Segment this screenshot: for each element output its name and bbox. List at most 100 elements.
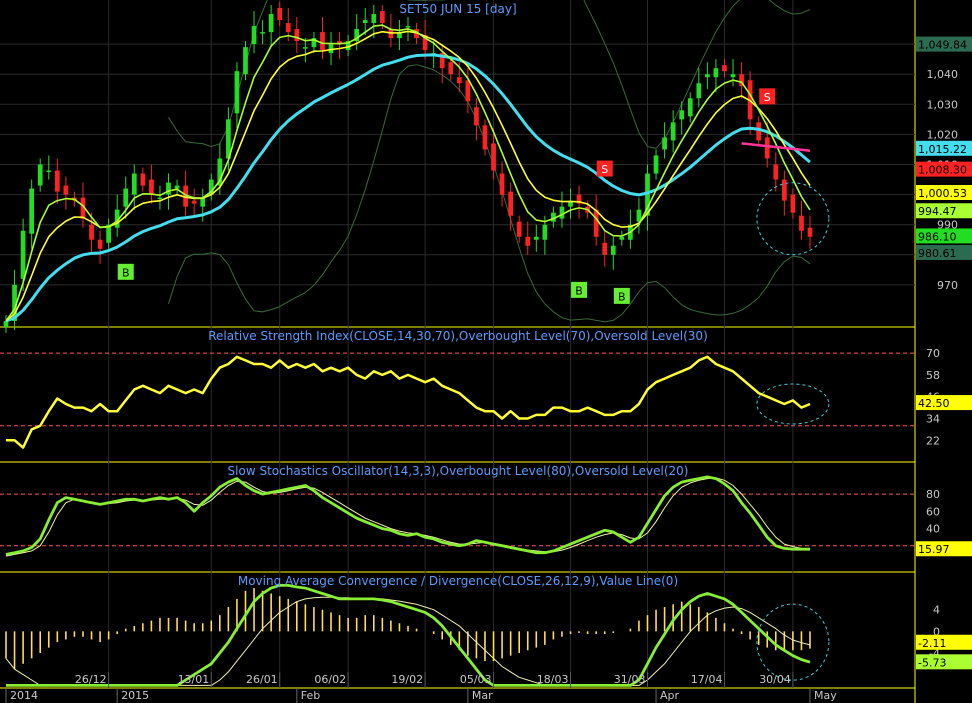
candle-body <box>54 170 60 192</box>
candle-body <box>602 242 608 255</box>
date-tick-label: 26/01 <box>246 673 278 686</box>
date-tick-label: 19/02 <box>391 673 423 686</box>
candle-body <box>781 179 787 201</box>
candle-body <box>491 143 496 171</box>
candle-body <box>593 209 599 237</box>
price-chart-title: SET50 JUN 15 [day] <box>399 2 516 16</box>
candle-body <box>37 164 43 186</box>
price-value-text: 980.61 <box>918 247 957 260</box>
candle-body <box>320 32 325 51</box>
date-tick-label: 13/01 <box>178 673 210 686</box>
candle-body <box>456 77 462 84</box>
signal-marker-label: B <box>618 290 626 303</box>
macd-title: Moving Average Convergence / Divergence(… <box>238 574 678 588</box>
candle-body <box>166 182 171 195</box>
candle-body <box>525 236 531 246</box>
price-value-text: 986.10 <box>918 230 957 243</box>
candle-body <box>482 125 488 150</box>
date-tick-label: 17/04 <box>691 673 723 686</box>
candle-body <box>251 26 257 45</box>
candle-body <box>131 173 137 195</box>
month-label: 2015 <box>121 689 149 702</box>
candle-body <box>20 230 26 279</box>
stoch-tick-label: 60 <box>926 505 940 518</box>
price-value-text: 1,008.30 <box>918 164 967 177</box>
candle-body <box>243 47 248 75</box>
date-tick-label: 31/03 <box>614 673 646 686</box>
candle-body <box>268 14 274 33</box>
price-tick-label: 1,040 <box>927 68 959 81</box>
rsi-tick-label: 58 <box>926 369 940 382</box>
month-label: Mar <box>472 689 493 702</box>
candle-body <box>559 206 565 219</box>
candle-body <box>516 221 522 237</box>
candle-body <box>140 173 146 186</box>
month-label: May <box>814 689 837 702</box>
candle-body <box>499 173 505 195</box>
stoch-tick-label: 80 <box>926 488 940 501</box>
stoch-tick-label: 40 <box>926 523 940 536</box>
rsi-tick-label: 34 <box>926 413 940 426</box>
candle-body <box>807 227 813 237</box>
rsi-tick-label: 22 <box>926 434 940 447</box>
candle-body <box>260 32 265 34</box>
rsi-value-text: 42.50 <box>918 397 950 410</box>
price-value-text: 1,015.22 <box>918 143 967 156</box>
candle-body <box>149 179 154 195</box>
trading-chart: BBBSSSET50 JUN 15 [day]9709809901,0001,0… <box>0 0 972 703</box>
candle-body <box>277 8 283 21</box>
stochastics-title: Slow Stochastics Oscillator(14,3,3),Over… <box>228 464 689 478</box>
macd-value-text: -5.73 <box>918 656 946 669</box>
date-tick-label: 18/03 <box>537 673 569 686</box>
candle-body <box>448 62 454 75</box>
candle-body <box>465 80 471 102</box>
candle-body <box>533 236 539 240</box>
signal-marker-label: S <box>601 163 608 176</box>
date-tick-label: 05/03 <box>460 673 492 686</box>
date-tick-label: 26/12 <box>75 673 107 686</box>
month-label: Feb <box>301 689 320 702</box>
candle-body <box>508 191 513 216</box>
date-tick-label: 30/04 <box>759 673 791 686</box>
candle-body <box>285 23 291 33</box>
price-tick-label: 1,030 <box>927 98 959 111</box>
candle-body <box>362 20 368 24</box>
price-tick-label: 1,020 <box>927 128 959 141</box>
chart-background <box>0 0 972 703</box>
candle-body <box>97 239 103 249</box>
price-value-text: 1,049.84 <box>918 39 967 52</box>
rsi-title: Relative Strength Index(CLOSE,14,30,70),… <box>208 329 708 343</box>
candle-body <box>405 26 411 28</box>
candle-body <box>713 68 719 78</box>
candle-body <box>696 83 702 99</box>
candle-body <box>474 107 479 126</box>
candle-body <box>610 245 616 255</box>
candle-body <box>191 200 197 204</box>
candle-body <box>157 197 163 200</box>
candle-body <box>294 29 300 42</box>
candle-body <box>89 224 94 240</box>
candle-body <box>705 74 710 78</box>
candle-body <box>773 164 779 180</box>
candle-body <box>234 71 240 114</box>
month-label: 2014 <box>10 689 38 702</box>
candle-body <box>764 137 770 159</box>
candle-body <box>303 47 308 49</box>
candle-body <box>679 110 685 120</box>
date-tick-label: 06/02 <box>314 673 346 686</box>
stoch-value-text: 15.97 <box>918 543 950 556</box>
candle-body <box>29 188 35 234</box>
rsi-tick-label: 70 <box>926 347 940 360</box>
candle-body <box>63 185 69 195</box>
candle-body <box>687 98 693 117</box>
candle-body <box>653 155 659 174</box>
candle-body <box>123 188 129 207</box>
candle-body <box>790 194 796 213</box>
candle-body <box>174 185 180 189</box>
signal-marker-label: S <box>764 91 771 104</box>
signal-marker-label: B <box>575 284 583 297</box>
macd-tick-label: 4 <box>933 604 940 617</box>
month-label: Apr <box>660 689 680 702</box>
candle-body <box>722 65 727 72</box>
candle-body <box>46 170 52 173</box>
